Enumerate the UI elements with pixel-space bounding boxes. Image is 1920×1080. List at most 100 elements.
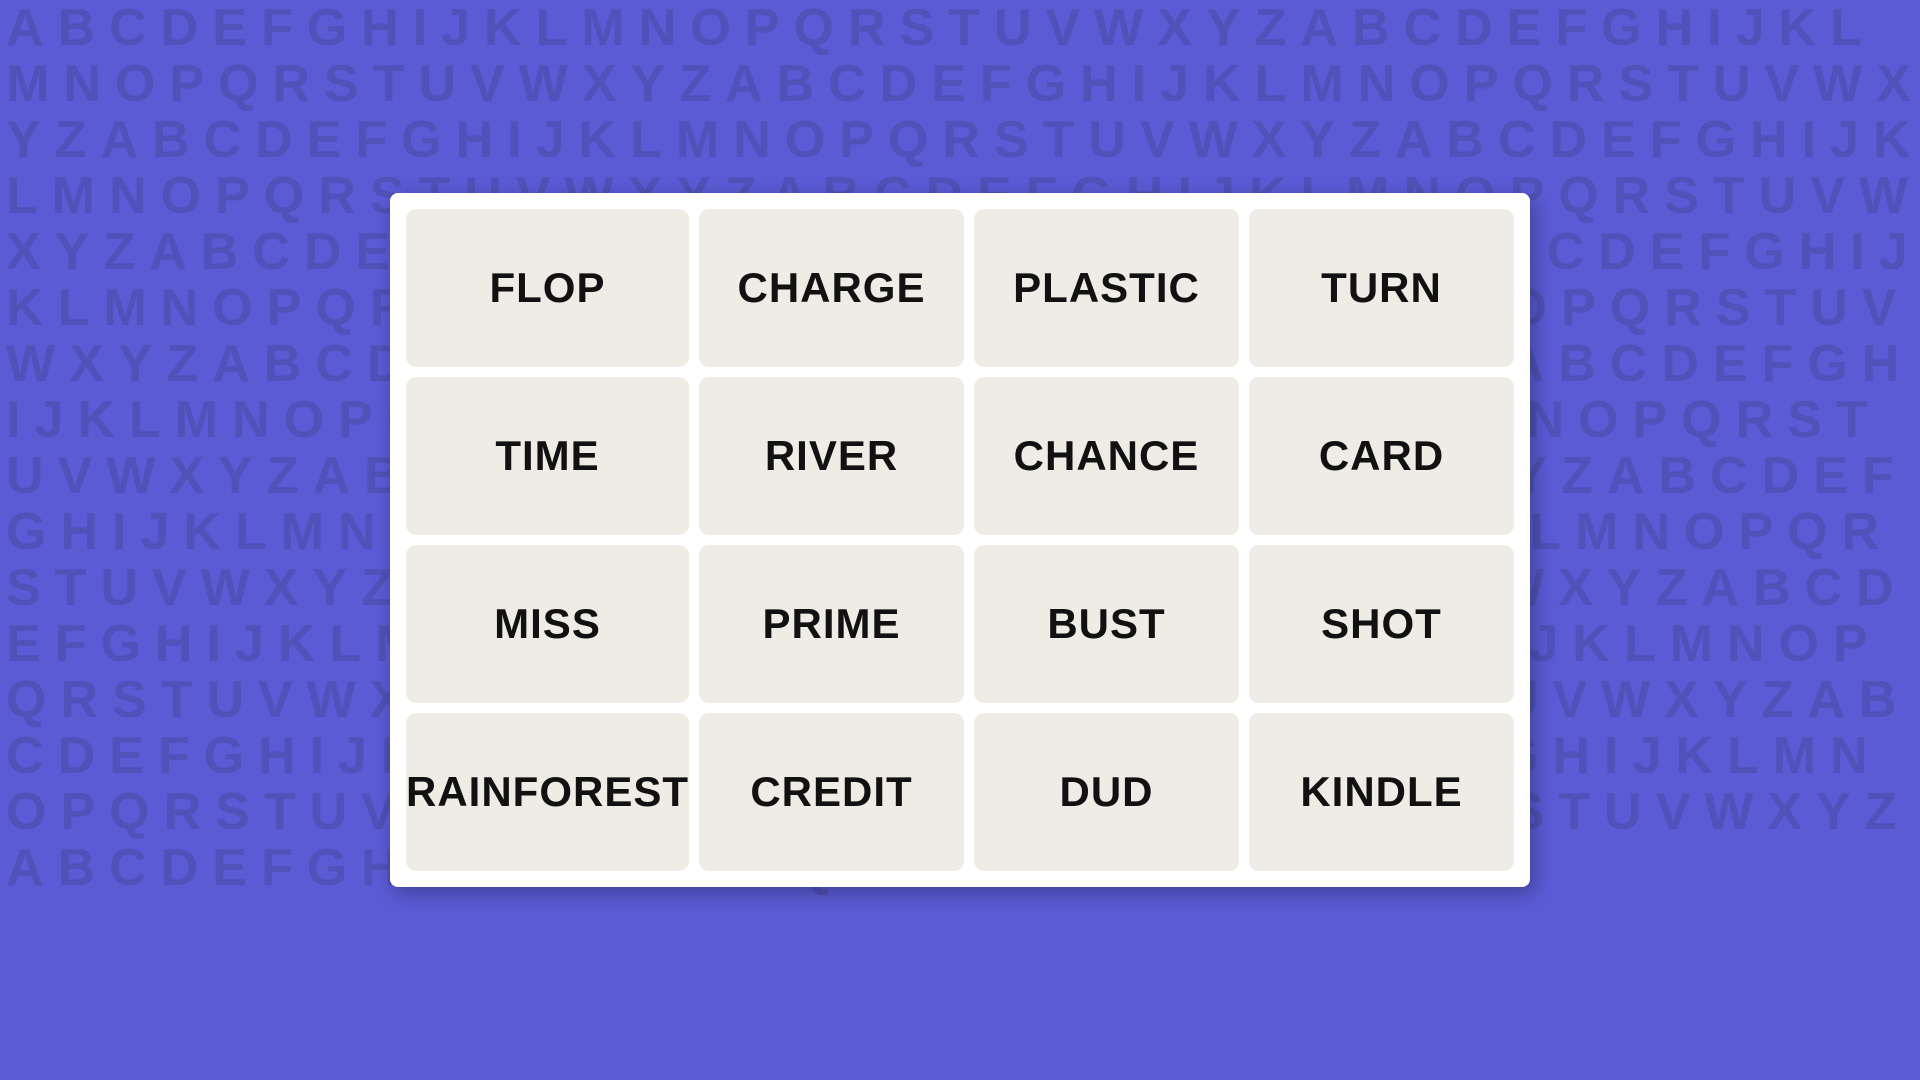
bg-letter: C — [1541, 224, 1593, 280]
bg-letter: M — [1294, 56, 1351, 112]
bg-letter: O — [155, 168, 209, 224]
bg-letter: J — [134, 504, 177, 560]
bg-letter: B — [1853, 672, 1905, 728]
word-card-miss[interactable]: MISS — [406, 545, 689, 703]
word-card-turn[interactable]: TURN — [1249, 209, 1514, 367]
bg-letter: N — [1721, 616, 1773, 672]
bg-letter: V — [146, 560, 195, 616]
bg-letter: C — [1604, 336, 1656, 392]
word-card-kindle[interactable]: KINDLE — [1249, 713, 1514, 871]
word-card-flop[interactable]: FLOP — [406, 209, 689, 367]
word-grid: FLOP CHARGEPLASTICTURN TIMERIVERCHANCECARD… — [406, 209, 1514, 871]
bg-letter: R — [1561, 56, 1613, 112]
bg-letter: U — [1598, 784, 1650, 840]
bg-letter: H — [54, 504, 106, 560]
bg-letter: L — [323, 616, 369, 672]
bg-letter: D — [1544, 112, 1596, 168]
bg-letter: L — [1249, 56, 1295, 112]
bg-letter: W — [1698, 784, 1761, 840]
bg-letter: J — [1730, 0, 1773, 56]
bg-letter: D — [1592, 224, 1644, 280]
bg-letter: R — [936, 112, 988, 168]
bg-letter: X — [258, 560, 307, 616]
bg-letter: G — [1801, 336, 1855, 392]
bg-letter: B — [52, 840, 104, 896]
bg-letter: I — [501, 112, 529, 168]
bg-letter: V — [252, 672, 301, 728]
bg-letter: R — [312, 168, 364, 224]
bg-letter: M — [1767, 728, 1824, 784]
bg-letter: G — [301, 0, 355, 56]
bg-letter: F — [349, 112, 395, 168]
bg-letter: P — [209, 168, 258, 224]
bg-letter: J — [435, 0, 478, 56]
word-card-charge[interactable]: CHARGE — [699, 209, 964, 367]
bg-letter: J — [1873, 224, 1916, 280]
bg-letter: H — [1546, 728, 1598, 784]
bg-letter: P — [1555, 280, 1604, 336]
bg-letter: C — [1398, 0, 1450, 56]
bg-letter: D — [52, 728, 104, 784]
bg-letter: O — [1772, 616, 1826, 672]
bg-letter: F — [1756, 336, 1802, 392]
word-card-card[interactable]: CARD — [1249, 377, 1514, 535]
bg-letter: D — [155, 840, 207, 896]
bg-letter: I — [1126, 56, 1154, 112]
word-card-bust[interactable]: BUST — [974, 545, 1239, 703]
bg-letter: S — [893, 0, 942, 56]
word-card-time[interactable]: TIME — [406, 377, 689, 535]
bg-letter: A — [1294, 0, 1346, 56]
word-card-prime[interactable]: PRIME — [699, 545, 964, 703]
bg-letter: Q — [0, 672, 54, 728]
bg-letter: U — [1753, 168, 1805, 224]
word-card-credit[interactable]: CREDIT — [699, 713, 964, 871]
bg-letter: J — [1626, 728, 1669, 784]
bg-letter: X — [63, 336, 112, 392]
bg-letter: K — [1566, 616, 1618, 672]
bg-letter: B — [1346, 0, 1398, 56]
bg-letter: Q — [1506, 56, 1560, 112]
word-card-dud[interactable]: DUD — [974, 713, 1239, 871]
word-label-flop: FLOP — [490, 264, 606, 312]
bg-letter: W — [100, 448, 163, 504]
bg-letter: B — [1747, 560, 1799, 616]
bg-letter: V — [1546, 672, 1595, 728]
bg-letter: H — [355, 0, 407, 56]
bg-letter: Q — [1552, 168, 1606, 224]
bg-letter: E — [1807, 448, 1856, 504]
word-card-river[interactable]: RIVER — [699, 377, 964, 535]
word-card-rainforest[interactable]: RAINFOREST — [406, 713, 689, 871]
bg-letter: X — [1870, 56, 1919, 112]
bg-letter: O — [1403, 56, 1457, 112]
bg-letter: M — [169, 392, 226, 448]
bg-letter: F — [152, 728, 198, 784]
bg-letter: Y — [1200, 0, 1249, 56]
bg-letter: L — [123, 392, 169, 448]
bg-letter: W — [1595, 672, 1658, 728]
bg-letter: Q — [1781, 504, 1835, 560]
bg-letter: F — [255, 0, 301, 56]
bg-letter: Z — [1249, 0, 1295, 56]
bg-letter: F — [255, 840, 301, 896]
bg-letter: Y — [625, 56, 674, 112]
bg-letter: X — [1761, 784, 1810, 840]
bg-letter: N — [226, 392, 278, 448]
bg-letter: W — [1088, 0, 1151, 56]
bg-letter: V — [1804, 168, 1853, 224]
word-card-chance[interactable]: CHANCE — [974, 377, 1239, 535]
bg-letter: V — [52, 448, 101, 504]
bg-letter: R — [842, 0, 894, 56]
bg-letter: V — [464, 56, 513, 112]
bg-letter: R — [1730, 392, 1782, 448]
word-card-plastic[interactable]: PLASTIC — [974, 209, 1239, 367]
bg-letter: O — [684, 0, 738, 56]
bg-letter: X — [576, 56, 625, 112]
bg-letter: N — [103, 168, 155, 224]
word-card-shot[interactable]: SHOT — [1249, 545, 1514, 703]
bg-letter: T — [155, 672, 201, 728]
bg-letter: Y — [1810, 784, 1859, 840]
bg-letter: J — [28, 392, 71, 448]
bg-letter: G — [301, 840, 355, 896]
bg-letter: D — [1655, 336, 1707, 392]
bg-letter: I — [200, 616, 228, 672]
